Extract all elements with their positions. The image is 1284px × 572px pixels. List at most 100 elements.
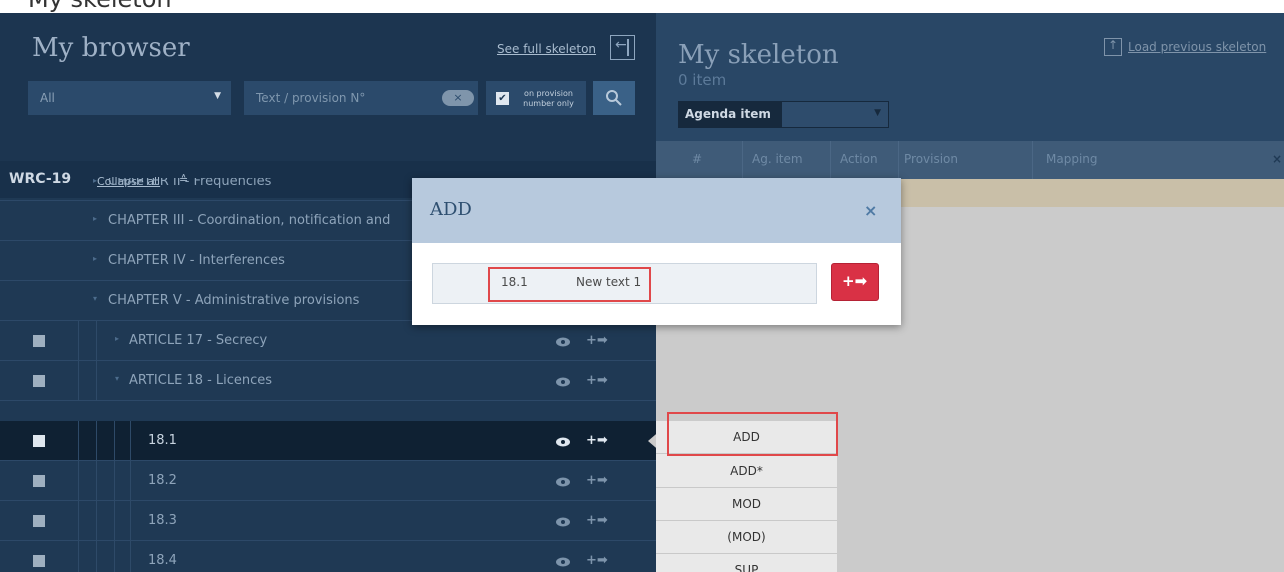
column-header: Action (840, 152, 878, 166)
tree-guide (78, 421, 79, 461)
see-full-skeleton-link[interactable]: See full skeleton (497, 42, 596, 56)
expand-icon: ▸ (115, 334, 120, 343)
row-checkbox[interactable] (33, 375, 45, 387)
expand-icon: ▸ (93, 214, 98, 223)
tree-row-label: CHAPTER V - Administrative provisions (108, 293, 360, 308)
chevron-down-icon: ▼ (214, 91, 221, 101)
add-to-skeleton-icon[interactable]: +➡ (586, 373, 608, 388)
tree-row[interactable]: ▸ ARTICLE 17 - Secrecy +➡ (0, 321, 656, 361)
close-icon[interactable]: × (864, 201, 877, 220)
tree-guide (78, 361, 79, 401)
tree-guide (78, 461, 79, 501)
modal-header: ADD × (412, 178, 901, 243)
tree-guide (78, 501, 79, 541)
column-header: Provision (904, 152, 959, 166)
close-icon[interactable]: × (1272, 152, 1282, 166)
tree-row[interactable]: 18.4 +➡ (0, 541, 656, 572)
skeleton-table-header: # Ag. item Action Provision Mapping × (656, 141, 1284, 179)
filter-select-value: All (40, 91, 55, 105)
provision-only-toggle[interactable]: ✔ on provision number only (486, 81, 586, 115)
tree-row-label: ARTICLE 17 - Secrecy (129, 333, 268, 348)
tree-guide (114, 461, 115, 501)
modal-title: ADD (430, 199, 472, 220)
top-caption: My skeleton (28, 0, 172, 13)
add-provision-button[interactable]: +➡ (831, 263, 879, 301)
skeleton-title: My skeleton (678, 40, 839, 70)
action-item-mod-paren[interactable]: (MOD) (656, 521, 837, 554)
tree-row[interactable]: 18.3 +➡ (0, 501, 656, 541)
eye-icon[interactable] (555, 476, 571, 491)
action-item-add-star[interactable]: ADD* (656, 455, 837, 488)
tree-row-label: ARTICLE 18 - Licences (129, 373, 273, 388)
column-header: Mapping (1046, 152, 1098, 166)
agenda-item-select[interactable]: ▼ (781, 101, 889, 128)
tree-guide (96, 421, 97, 461)
row-checkbox[interactable] (33, 475, 45, 487)
tree-guide (96, 361, 97, 401)
tree-row-label: 18.1 (148, 433, 177, 448)
row-checkbox[interactable] (33, 555, 45, 567)
tree-guide (130, 461, 131, 501)
expand-icon: ▸ (93, 178, 98, 185)
eye-icon[interactable] (555, 436, 571, 451)
tree-row-label: 18.2 (148, 473, 177, 488)
add-arrow-icon: +➡ (842, 272, 868, 290)
tree-guide (114, 501, 115, 541)
skeleton-count: 0 item (678, 71, 727, 89)
column-header: Ag. item (752, 152, 803, 166)
action-add-highlight (667, 412, 838, 456)
tree-row[interactable]: 18.2 +➡ (0, 461, 656, 501)
tree-row-label: 18.4 (148, 553, 177, 568)
expand-icon: ▾ (93, 294, 98, 303)
tree-row-selected[interactable]: 18.1 +➡ (0, 421, 656, 461)
eye-icon[interactable] (555, 516, 571, 531)
browser-title: My browser (32, 33, 190, 63)
tree-guide (96, 321, 97, 361)
tree-guide (96, 541, 97, 572)
tree-guide (78, 541, 79, 572)
search-placeholder: Text / provision N° (256, 91, 366, 105)
expand-icon: ▸ (93, 254, 98, 263)
add-to-skeleton-icon[interactable]: +➡ (586, 473, 608, 488)
tree-row-label: CHAPTER IV - Interferences (108, 253, 285, 268)
tree-guide (130, 541, 131, 572)
browser-header: My browser See full skeleton All ▼ Text … (0, 13, 656, 161)
eye-icon[interactable] (555, 556, 571, 571)
tree-row-label: CHAPTER III - Coordination, notification… (108, 213, 391, 228)
search-button[interactable] (593, 81, 635, 115)
add-to-skeleton-icon[interactable]: +➡ (586, 333, 608, 348)
checkbox-icon[interactable]: ✔ (496, 92, 509, 105)
tree-row-label: CHAPTER II - Frequencies (108, 178, 272, 189)
row-checkbox[interactable] (33, 335, 45, 347)
tree-guide (114, 541, 115, 572)
tree-row-label: 18.3 (148, 513, 177, 528)
tree-guide (114, 421, 115, 461)
action-item-mod[interactable]: MOD (656, 488, 837, 521)
chevron-down-icon: ▼ (874, 108, 881, 118)
tree-guide (78, 321, 79, 361)
collapse-panel-icon[interactable] (610, 35, 635, 60)
provision-text: New text 1 (576, 275, 642, 289)
eye-icon[interactable] (555, 336, 571, 351)
row-checkbox[interactable] (33, 515, 45, 527)
provision-number: 18.1 (501, 275, 528, 289)
expand-icon: ▾ (115, 374, 120, 383)
search-icon (606, 90, 622, 106)
top-strip: My skeleton (0, 0, 1284, 13)
add-to-skeleton-icon[interactable]: +➡ (586, 513, 608, 528)
load-previous-skeleton-link[interactable]: Load previous skeleton (1128, 40, 1266, 54)
add-to-skeleton-icon[interactable]: +➡ (586, 433, 608, 448)
row-checkbox[interactable] (33, 435, 45, 447)
add-modal: ADD × 18.1 New text 1 +➡ (412, 178, 901, 325)
upload-icon[interactable] (1104, 38, 1122, 56)
eye-icon[interactable] (555, 376, 571, 391)
agenda-item-label: Agenda item (678, 101, 781, 128)
column-separator (830, 141, 831, 179)
tree-guide (130, 421, 131, 461)
add-to-skeleton-icon[interactable]: +➡ (586, 553, 608, 568)
clear-icon[interactable]: × (442, 90, 474, 106)
tree-guide (130, 501, 131, 541)
tree-row[interactable]: ▾ ARTICLE 18 - Licences +➡ (0, 361, 656, 401)
action-item-sup[interactable]: SUP (656, 554, 837, 572)
filter-select[interactable]: All ▼ (28, 81, 231, 115)
